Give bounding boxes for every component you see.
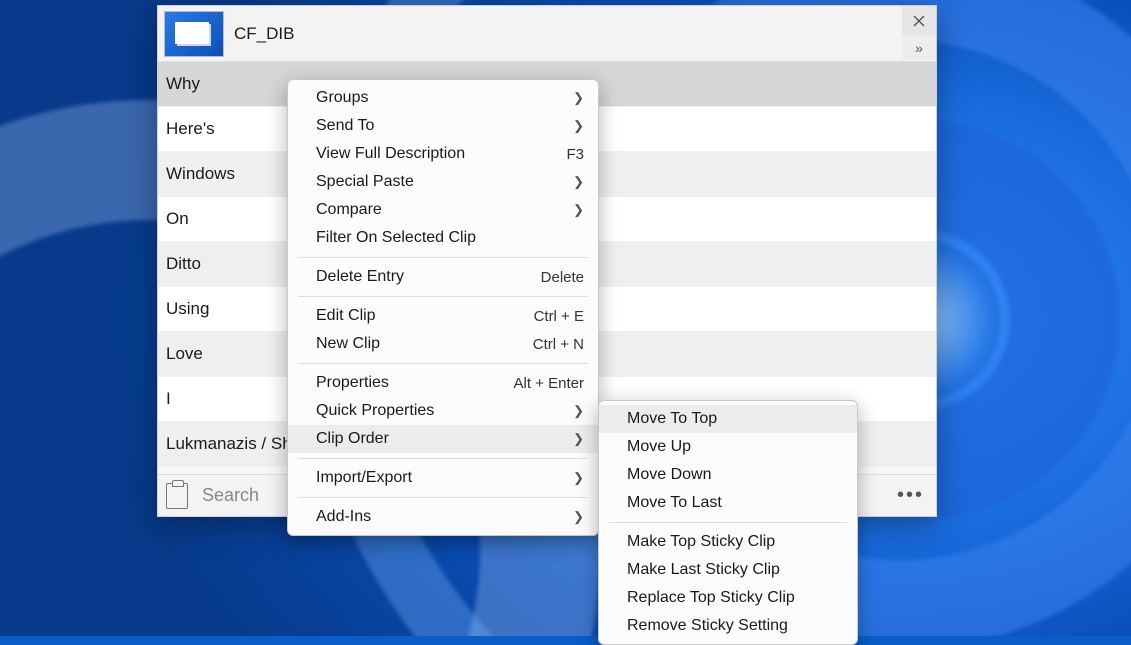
menu-item-label: Clip Order: [316, 430, 389, 448]
chevron-right-icon: ❯: [573, 403, 584, 419]
menu-item-label: Edit Clip: [316, 307, 376, 325]
context-menu-separator: [298, 296, 588, 297]
window-title: CF_DIB: [234, 24, 294, 44]
chevron-right-icon: ❯: [573, 202, 584, 218]
submenu-separator: [609, 522, 847, 523]
context-menu-item[interactable]: Import/Export ❯: [288, 464, 598, 492]
submenu-item[interactable]: Replace Top Sticky Clip: [599, 584, 857, 612]
context-menu: Groups ❯ Send To ❯ View Full Description F3 Sp…: [287, 79, 599, 536]
context-menu-item[interactable]: Properties Alt + Enter: [288, 369, 598, 397]
context-menu-item[interactable]: Send To ❯: [288, 112, 598, 140]
submenu-item[interactable]: Move To Last: [599, 489, 857, 517]
menu-item-shortcut: F3: [566, 146, 584, 163]
menu-item-shortcut: Alt + Enter: [514, 375, 584, 392]
clip-label: Here's: [166, 119, 215, 139]
menu-item-label: New Clip: [316, 335, 380, 353]
clip-order-submenu: Move To Top Move Up Move Down Move To Last M…: [598, 400, 858, 645]
clip-label: On: [166, 209, 189, 229]
menu-item-label: Add-Ins: [316, 508, 371, 526]
clip-label: Why: [166, 74, 200, 94]
context-menu-item[interactable]: New Clip Ctrl + N: [288, 330, 598, 358]
clipboard-icon[interactable]: [166, 483, 188, 509]
clip-label: I: [166, 389, 171, 409]
chevron-right-icon: ❯: [573, 90, 584, 106]
menu-item-label: Compare: [316, 201, 382, 219]
context-menu-item[interactable]: Groups ❯: [288, 84, 598, 112]
menu-item-label: Delete Entry: [316, 268, 404, 286]
context-menu-separator: [298, 257, 588, 258]
menu-item-shortcut: Ctrl + E: [534, 308, 584, 325]
context-menu-item[interactable]: Delete Entry Delete: [288, 263, 598, 291]
menu-item-label: Send To: [316, 117, 374, 135]
menu-item-label: Quick Properties: [316, 402, 434, 420]
submenu-item[interactable]: Make Top Sticky Clip: [599, 528, 857, 556]
menu-item-label: Remove Sticky Setting: [627, 617, 788, 635]
chevron-right-icon: ❯: [573, 118, 584, 134]
menu-item-label: Groups: [316, 89, 368, 107]
submenu-item[interactable]: Move Up: [599, 433, 857, 461]
menu-item-label: Move To Last: [627, 494, 722, 512]
menu-item-shortcut: Ctrl + N: [533, 336, 584, 353]
chevron-right-icon: ❯: [573, 470, 584, 486]
menu-item-label: Move To Top: [627, 410, 717, 428]
submenu-item[interactable]: Move Down: [599, 461, 857, 489]
context-menu-item[interactable]: Compare ❯: [288, 196, 598, 224]
menu-item-label: Properties: [316, 374, 389, 392]
chevron-double-right-icon: »: [915, 40, 923, 56]
clip-label: Ditto: [166, 254, 201, 274]
search-input[interactable]: Search: [202, 485, 259, 506]
menu-item-label: Filter On Selected Clip: [316, 229, 476, 247]
clip-label: Love: [166, 344, 203, 364]
clip-label: Windows: [166, 164, 235, 184]
menu-item-shortcut: Delete: [541, 269, 584, 286]
menu-item-label: Make Last Sticky Clip: [627, 561, 780, 579]
submenu-item[interactable]: Move To Top: [599, 405, 857, 433]
context-menu-item[interactable]: Add-Ins ❯: [288, 503, 598, 531]
menu-item-label: Import/Export: [316, 469, 412, 487]
more-options-button[interactable]: •••: [897, 484, 924, 507]
context-menu-separator: [298, 458, 588, 459]
context-menu-item[interactable]: Clip Order ❯: [288, 425, 598, 453]
clip-label: Using: [166, 299, 209, 319]
context-menu-item[interactable]: Quick Properties ❯: [288, 397, 598, 425]
context-menu-item[interactable]: Filter On Selected Clip: [288, 224, 598, 252]
clip-thumbnail-icon: [164, 11, 224, 57]
close-button[interactable]: [902, 6, 936, 36]
chevron-right-icon: ❯: [573, 431, 584, 447]
context-menu-separator: [298, 497, 588, 498]
titlebar: CF_DIB »: [158, 6, 936, 62]
submenu-item[interactable]: Make Last Sticky Clip: [599, 556, 857, 584]
menu-item-label: View Full Description: [316, 145, 465, 163]
menu-item-label: Replace Top Sticky Clip: [627, 589, 795, 607]
expand-button[interactable]: »: [902, 36, 936, 60]
menu-item-label: Special Paste: [316, 173, 414, 191]
chevron-right-icon: ❯: [573, 509, 584, 525]
context-menu-item[interactable]: View Full Description F3: [288, 140, 598, 168]
close-icon: [913, 15, 925, 27]
context-menu-item[interactable]: Special Paste ❯: [288, 168, 598, 196]
menu-item-label: Move Up: [627, 438, 691, 456]
context-menu-separator: [298, 363, 588, 364]
chevron-right-icon: ❯: [573, 174, 584, 190]
menu-item-label: Move Down: [627, 466, 711, 484]
context-menu-item[interactable]: Edit Clip Ctrl + E: [288, 302, 598, 330]
menu-item-label: Make Top Sticky Clip: [627, 533, 775, 551]
